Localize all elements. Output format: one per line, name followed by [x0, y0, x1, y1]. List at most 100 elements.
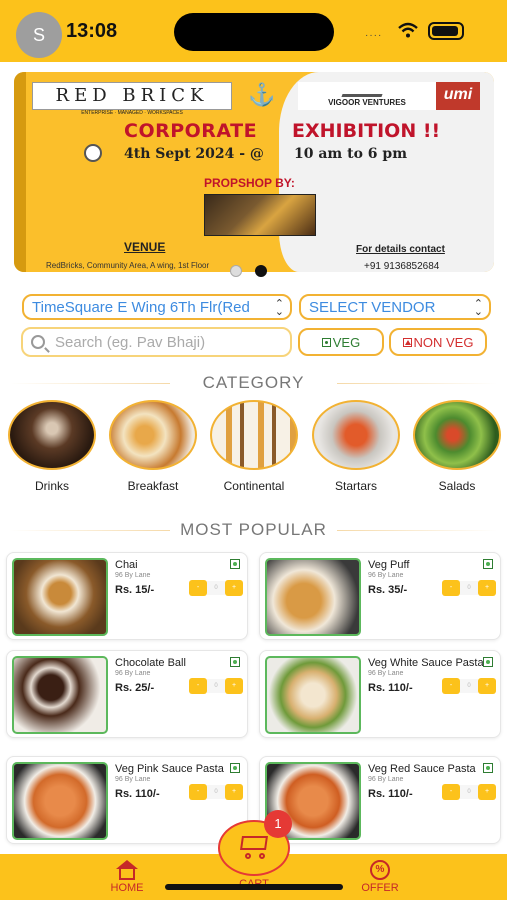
product-image [12, 558, 108, 636]
category-image [210, 400, 298, 470]
increment-button[interactable]: + [225, 580, 243, 596]
decrement-button[interactable]: - [442, 678, 460, 694]
search-icon [31, 335, 45, 349]
nonveg-icon [402, 338, 412, 347]
banner-title-right: EXHIBITION !! [292, 120, 441, 142]
category-heading: CATEGORY [0, 373, 507, 393]
quantity-stepper[interactable]: - 0 + [442, 784, 496, 800]
veg-icon [230, 657, 240, 667]
veg-icon [483, 763, 493, 773]
category-breakfast[interactable]: Breakfast [107, 400, 199, 493]
signal-icon: ···· [365, 30, 383, 41]
increment-button[interactable]: + [478, 678, 496, 694]
category-label: Continental [223, 479, 285, 493]
category-label: Drinks [34, 479, 69, 493]
dynamic-island [174, 13, 334, 51]
product-card[interactable]: Veg Red Sauce Pasta 96 By Lane Rs. 110/-… [259, 756, 501, 844]
category-drinks[interactable]: Drinks [6, 400, 98, 493]
nav-offer-label: OFFER [361, 882, 399, 894]
product-card[interactable]: Veg Pink Sauce Pasta 96 By Lane Rs. 110/… [6, 756, 248, 844]
user-avatar[interactable]: S [16, 12, 62, 58]
promo-banner[interactable]: RED BRICK ENTERPRISE · MANAGED · WORKSPA… [14, 72, 494, 272]
veg-filter-button[interactable]: VEG [298, 328, 384, 356]
banner-venue-label: VENUE [124, 240, 166, 254]
category-label: Salads [438, 479, 476, 493]
decrement-button[interactable]: - [442, 784, 460, 800]
product-card[interactable]: Veg White Sauce Pasta 96 By Lane Rs. 110… [259, 650, 501, 738]
quantity-value: 0 [460, 785, 478, 799]
category-startars[interactable]: Startars [310, 400, 402, 493]
product-vendor: 96 By Lane [368, 776, 404, 783]
propshop-image [204, 194, 316, 236]
product-image [265, 558, 361, 636]
decrement-button[interactable]: - [189, 784, 207, 800]
product-card[interactable]: Veg Puff 96 By Lane Rs. 35/- - 0 + [259, 552, 501, 640]
product-name: Veg Red Sauce Pasta [368, 763, 476, 775]
search-input[interactable]: Search (eg. Pav Bhaji) [21, 327, 292, 357]
chevron-updown-icon: ⌃ ⌄ [473, 298, 483, 318]
product-image [265, 656, 361, 734]
veg-icon [321, 338, 331, 347]
location-select[interactable]: TimeSquare E Wing 6Th Flr(Red ⌃ ⌄ [22, 294, 292, 320]
decrement-button[interactable]: - [189, 580, 207, 596]
product-price: Rs. 110/- [368, 788, 413, 800]
banner-date: 4th Sept 2024 - @ [124, 146, 264, 162]
cart-icon [237, 832, 271, 860]
product-vendor: 96 By Lane [368, 572, 404, 579]
category-continental[interactable]: Continental [208, 400, 300, 493]
quantity-value: 0 [460, 679, 478, 693]
quantity-stepper[interactable]: - 0 + [189, 580, 243, 596]
product-price: Rs. 110/- [115, 788, 160, 800]
location-select-value: TimeSquare E Wing 6Th Flr(Red [32, 299, 250, 316]
banner-propshop-label: PROPSHOP BY: [204, 176, 295, 190]
power-icon [84, 144, 102, 162]
quantity-value: 0 [207, 581, 225, 595]
umi-logo: umi [436, 82, 480, 110]
veg-icon [230, 559, 240, 569]
percent-icon: % [367, 860, 393, 880]
nav-offer[interactable]: % OFFER [340, 860, 420, 894]
product-name: Chai [115, 559, 138, 571]
carousel-dot-2[interactable] [255, 265, 267, 277]
increment-button[interactable]: + [225, 678, 243, 694]
banner-venue-address: RedBricks, Community Area, A wing, 1st F… [46, 261, 210, 270]
product-card[interactable]: Chocolate Ball 96 By Lane Rs. 25/- - 0 + [6, 650, 248, 738]
banner-time: 10 am to 6 pm [294, 146, 408, 162]
quantity-stepper[interactable]: - 0 + [442, 678, 496, 694]
product-price: Rs. 15/- [115, 584, 155, 596]
category-image [413, 400, 501, 470]
product-vendor: 96 By Lane [368, 670, 404, 677]
search-placeholder: Search (eg. Pav Bhaji) [55, 334, 206, 351]
increment-button[interactable]: + [478, 580, 496, 596]
quantity-stepper[interactable]: - 0 + [189, 678, 243, 694]
vendor-select-value: SELECT VENDOR [309, 299, 436, 316]
nav-home[interactable]: HOME [87, 860, 167, 894]
category-label: Startars [334, 479, 377, 493]
wifi-icon [398, 22, 418, 38]
increment-button[interactable]: + [478, 784, 496, 800]
increment-button[interactable]: + [225, 784, 243, 800]
product-name: Veg White Sauce Pasta [368, 657, 484, 669]
category-image [8, 400, 96, 470]
carousel-dot-1[interactable] [230, 265, 242, 277]
product-image [12, 656, 108, 734]
category-image [312, 400, 400, 470]
quantity-value: 0 [207, 679, 225, 693]
anchor-icon: ⚓ [248, 82, 276, 107]
banner-contact-label: For details contact [356, 244, 445, 255]
nonveg-filter-button[interactable]: NON VEG [389, 328, 487, 356]
category-salads[interactable]: Salads [411, 400, 503, 493]
product-card[interactable]: Chai 96 By Lane Rs. 15/- - 0 + [6, 552, 248, 640]
nav-home-label: HOME [110, 882, 144, 894]
decrement-button[interactable]: - [442, 580, 460, 596]
category-label: Breakfast [127, 479, 179, 493]
banner-edge [14, 72, 26, 272]
quantity-stepper[interactable]: - 0 + [189, 784, 243, 800]
quantity-value: 0 [207, 785, 225, 799]
decrement-button[interactable]: - [189, 678, 207, 694]
product-price: Rs. 110/- [368, 682, 413, 694]
quantity-stepper[interactable]: - 0 + [442, 580, 496, 596]
vendor-select[interactable]: SELECT VENDOR ⌃ ⌄ [299, 294, 491, 320]
product-image [12, 762, 108, 840]
quantity-value: 0 [460, 581, 478, 595]
